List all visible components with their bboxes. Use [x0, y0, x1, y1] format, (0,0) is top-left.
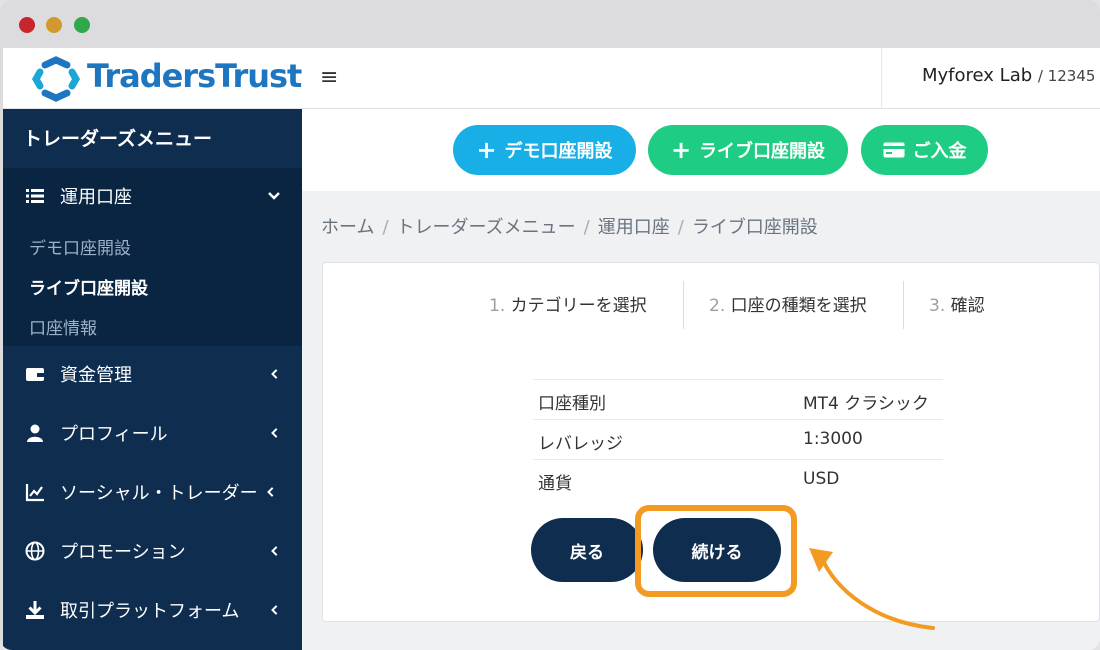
summary-key: 通貨 — [538, 474, 572, 494]
window-titlebar — [0, 0, 1100, 48]
action-bar: + デモ口座開設 + ライブ口座開設 ご入金 — [302, 109, 1100, 191]
summary-row: 通貨 USD — [533, 459, 943, 499]
globe-icon — [25, 541, 45, 561]
deposit-button[interactable]: ご入金 — [861, 125, 988, 175]
summary-value: MT4 クラシック — [803, 394, 929, 414]
browser-window: TradersTrust トレーダーズメニュー 運用口座 デモ口座開設 ライブ口… — [0, 0, 1100, 650]
summary-value: 1:3000 — [803, 429, 863, 449]
step-divider — [683, 281, 684, 329]
sidebar-item-profile[interactable]: プロフィール — [3, 405, 302, 461]
step-label: 口座の種類を選択 — [730, 296, 867, 316]
sidebar-submenu: デモ口座開設 ライブ口座開設 口座情報 — [3, 224, 302, 346]
chevron-left-icon — [271, 428, 278, 438]
sidebar-item-label: ソーシャル・トレーダー — [60, 483, 258, 504]
account-summary-table: 口座種別 MT4 クラシック レバレッジ 1:3000 通貨 USD — [533, 379, 943, 499]
open-demo-account-button[interactable]: + デモ口座開設 — [453, 125, 636, 175]
step-divider — [903, 281, 904, 329]
breadcrumb-current: ライブ口座開設 — [691, 217, 818, 238]
continue-button[interactable]: 続ける — [653, 518, 781, 582]
open-live-account-button[interactable]: + ライブ口座開設 — [648, 125, 848, 175]
breadcrumb-accounts[interactable]: 運用口座 — [598, 217, 670, 238]
breadcrumb-separator: / — [583, 217, 590, 238]
summary-key: レバレッジ — [538, 434, 623, 454]
list-icon — [26, 189, 44, 203]
chevron-left-icon — [267, 487, 274, 497]
step-3: 3. 確認 — [929, 291, 985, 316]
summary-value: USD — [803, 469, 840, 489]
sidebar-item-label: 取引プラットフォーム — [60, 601, 240, 622]
deposit-label: ご入金 — [912, 141, 967, 162]
traderstrust-logo-icon — [31, 56, 81, 102]
sidebar-item-social-trader[interactable]: ソーシャル・トレーダー — [3, 464, 302, 520]
user-icon — [27, 424, 43, 442]
sidebar-item-label: プロモーション — [60, 542, 186, 563]
user-name: Myforex Lab — [922, 65, 1033, 86]
plus-icon: + — [476, 136, 497, 164]
step-number: 3. — [929, 296, 946, 316]
close-window-button[interactable] — [19, 17, 35, 33]
minimize-window-button[interactable] — [46, 17, 62, 33]
sidebar-item-label: 運用口座 — [60, 187, 132, 208]
breadcrumb-separator: / — [677, 217, 684, 238]
submenu-item-live-account[interactable]: ライブ口座開設 — [29, 274, 148, 299]
breadcrumb-home[interactable]: ホーム — [321, 217, 374, 238]
header-divider — [881, 48, 882, 109]
user-account-label[interactable]: Myforex Lab / 12345 — [922, 65, 1095, 86]
sidebar-item-promotion[interactable]: プロモーション — [3, 523, 302, 579]
step-label: 確認 — [950, 296, 985, 316]
user-id: / 12345 — [1037, 67, 1096, 85]
step-number: 2. — [709, 296, 726, 316]
step-1: 1. カテゴリーを選択 — [489, 291, 647, 316]
download-icon — [26, 601, 44, 619]
top-header: ≡ Myforex Lab / 12345 — [302, 48, 1100, 109]
sidebar-item-accounts[interactable]: 運用口座 — [3, 168, 302, 224]
breadcrumb: ホーム / トレーダーズメニュー / 運用口座 / ライブ口座開設 — [321, 213, 818, 239]
wallet-icon — [26, 368, 44, 381]
chevron-left-icon — [271, 546, 278, 556]
open-demo-account-label: デモ口座開設 — [504, 141, 613, 162]
sidebar-item-label: 資金管理 — [60, 365, 132, 386]
logo-text: TradersTrust — [87, 57, 302, 95]
plus-icon: + — [670, 136, 692, 164]
chevron-down-icon — [268, 192, 280, 200]
hamburger-menu-icon[interactable]: ≡ — [320, 65, 338, 90]
annotation-arrow-icon — [809, 548, 935, 630]
step-number: 1. — [489, 296, 506, 316]
summary-key: 口座種別 — [538, 394, 606, 414]
sidebar-item-label: プロフィール — [60, 424, 168, 445]
summary-row: レバレッジ 1:3000 — [533, 419, 943, 459]
chevron-left-icon — [271, 369, 278, 379]
step-indicator: 1. カテゴリーを選択 2. 口座の種類を選択 3. 確認 — [323, 281, 1100, 331]
sidebar-item-funds[interactable]: 資金管理 — [3, 346, 302, 402]
logo-area[interactable]: TradersTrust — [3, 48, 302, 109]
step-label: カテゴリーを選択 — [510, 296, 647, 316]
chart-icon — [25, 484, 44, 502]
sidebar: TradersTrust トレーダーズメニュー 運用口座 デモ口座開設 ライブ口… — [3, 48, 302, 650]
back-button[interactable]: 戻る — [531, 518, 643, 582]
chevron-left-icon — [271, 605, 278, 615]
submenu-item-account-info[interactable]: 口座情報 — [29, 314, 97, 339]
breadcrumb-trader-menu[interactable]: トレーダーズメニュー — [397, 217, 576, 238]
credit-card-icon — [883, 142, 904, 158]
trader-menu-title: トレーダーズメニュー — [23, 128, 213, 150]
account-opening-card: 1. カテゴリーを選択 2. 口座の種類を選択 3. 確認 口座種別 MT4 ク… — [322, 262, 1100, 622]
submenu-item-demo-account[interactable]: デモ口座開設 — [29, 234, 131, 259]
sidebar-item-trading-platform[interactable]: 取引プラットフォーム — [3, 582, 302, 638]
open-live-account-label: ライブ口座開設 — [699, 141, 826, 162]
summary-row: 口座種別 MT4 クラシック — [533, 379, 943, 419]
breadcrumb-separator: / — [382, 217, 389, 238]
step-2: 2. 口座の種類を選択 — [709, 291, 867, 316]
maximize-window-button[interactable] — [74, 17, 90, 33]
